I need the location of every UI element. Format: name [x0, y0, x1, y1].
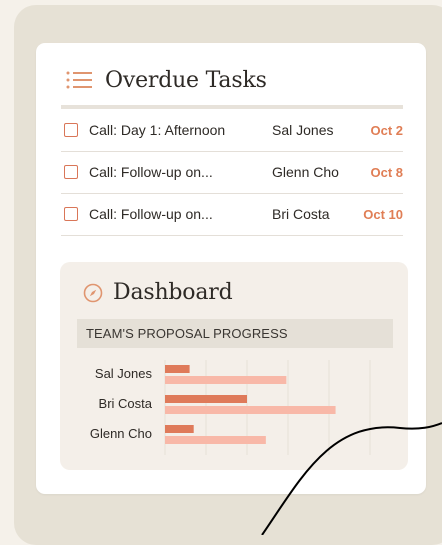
chart-category-label: Glenn Cho — [89, 426, 152, 441]
task-title[interactable]: Call: Day 1: Afternoon — [89, 122, 225, 138]
task-row[interactable]: Call: Follow-up on... Glenn Cho Oct 8 — [61, 152, 403, 192]
task-row[interactable]: Call: Day 1: Afternoon Sal Jones Oct 2 — [61, 110, 403, 150]
task-checkbox[interactable] — [64, 207, 78, 221]
task-assignee: Sal Jones — [272, 122, 334, 138]
task-title[interactable]: Call: Follow-up on... — [89, 164, 213, 180]
chart-bar-secondary — [165, 406, 336, 414]
dashboard-panel: Dashboard TEAM'S PROPOSAL PROGRESS Sal J… — [60, 262, 408, 470]
chart-bar-primary — [165, 425, 194, 433]
row-divider — [61, 235, 403, 236]
task-due-date: Oct 10 — [363, 206, 403, 222]
chart-bar-primary — [165, 395, 247, 403]
overdue-tasks-title: Overdue Tasks — [105, 67, 267, 93]
task-checkbox[interactable] — [64, 165, 78, 179]
task-assignee: Bri Costa — [272, 206, 330, 222]
header-divider — [61, 105, 403, 109]
widget-card: Overdue Tasks Call: Day 1: Afternoon Sal… — [36, 43, 426, 494]
overdue-tasks-header: Overdue Tasks — [66, 65, 267, 95]
list-icon — [66, 71, 92, 89]
chart-bar-primary — [165, 365, 190, 373]
chart-category-label: Bri Costa — [98, 396, 152, 411]
task-due-date: Oct 8 — [370, 164, 403, 180]
task-assignee: Glenn Cho — [272, 164, 339, 180]
task-due-date: Oct 2 — [370, 122, 403, 138]
chart-category-label: Sal Jones — [94, 366, 152, 381]
task-title[interactable]: Call: Follow-up on... — [89, 206, 213, 222]
task-row[interactable]: Call: Follow-up on... Bri Costa Oct 10 — [61, 194, 403, 234]
task-checkbox[interactable] — [64, 123, 78, 137]
chart-bar-secondary — [165, 436, 266, 444]
chart-bar-secondary — [165, 376, 287, 384]
